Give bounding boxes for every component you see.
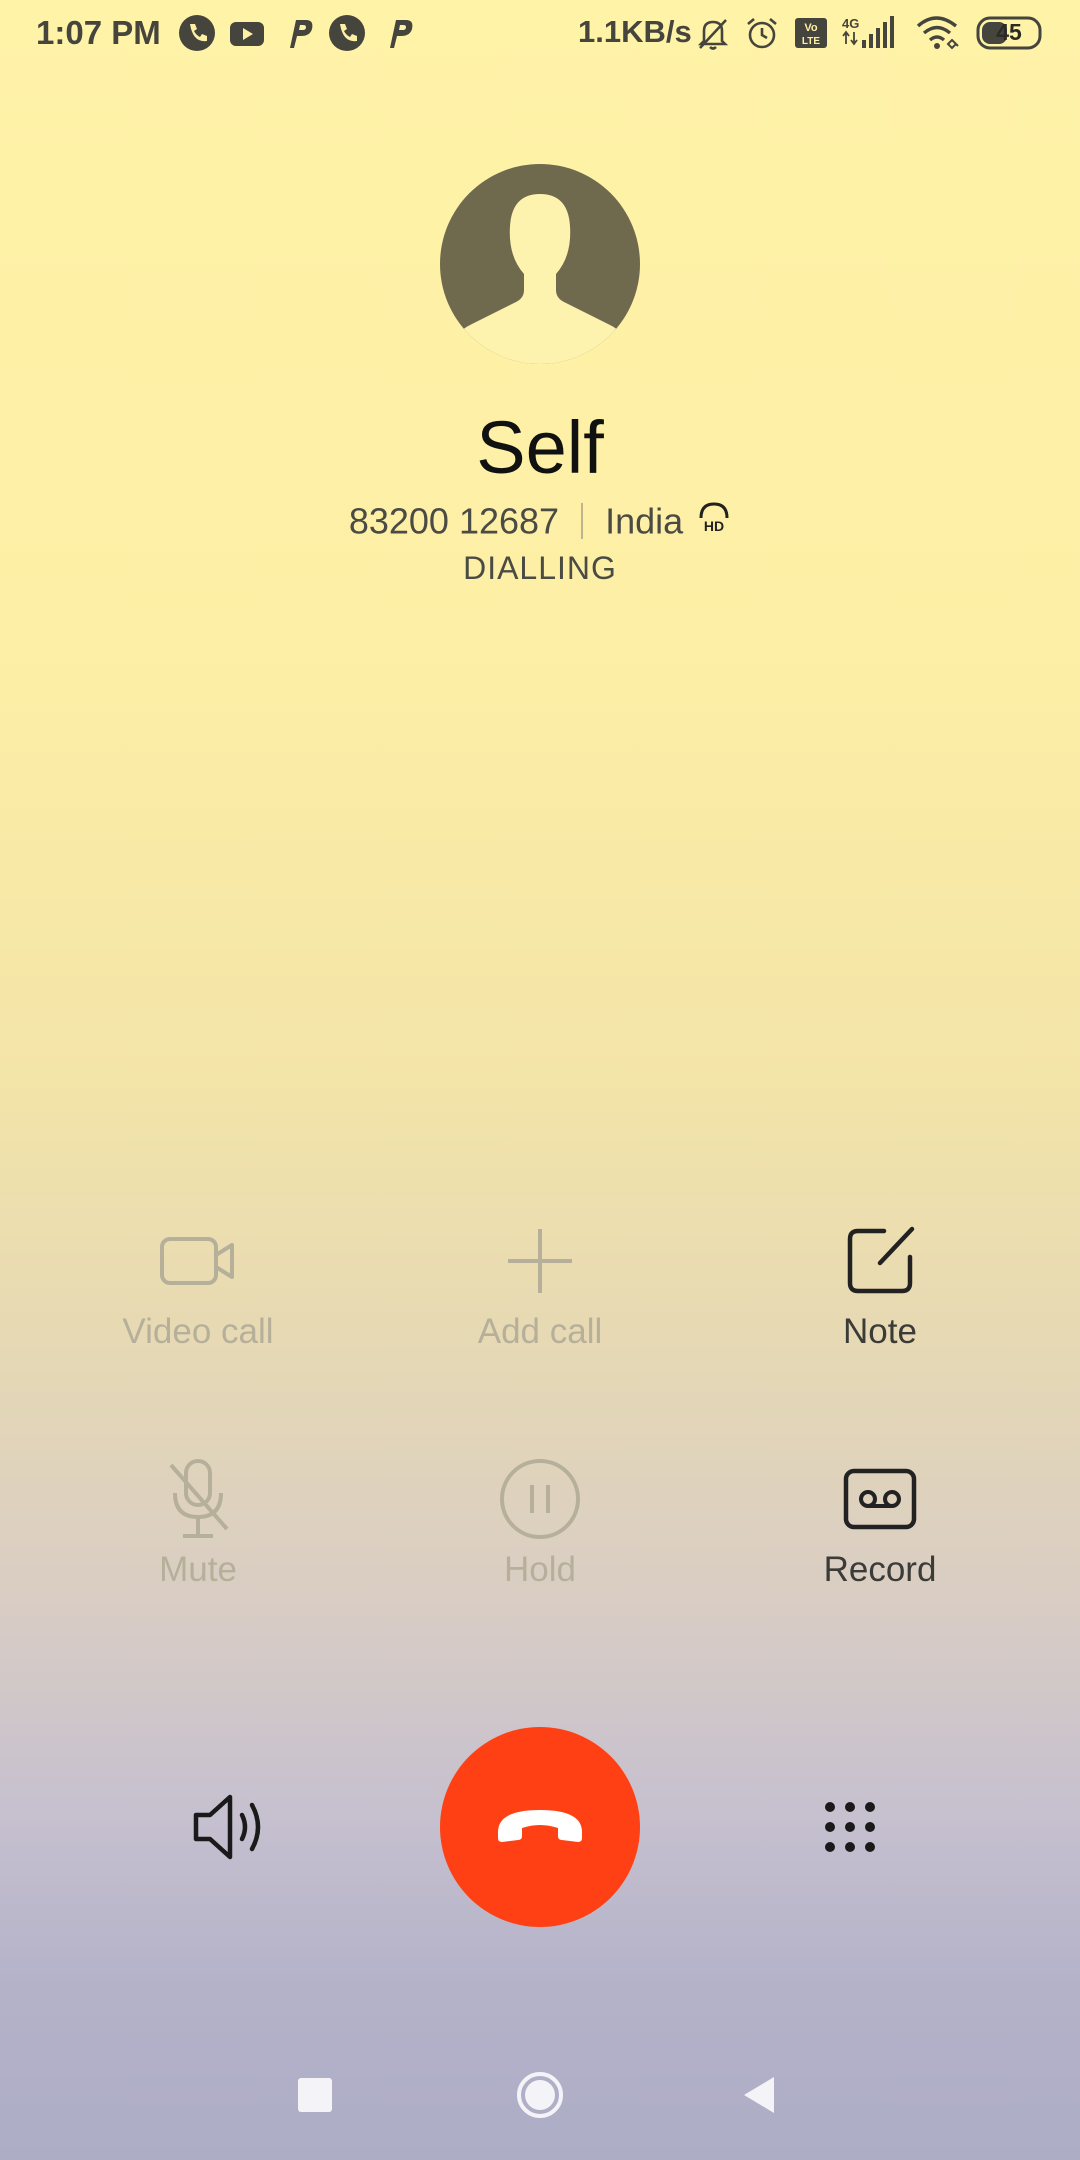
call-status: DIALLING (463, 550, 617, 586)
hold-label: Hold (504, 1550, 576, 1589)
keypad-icon (825, 1802, 875, 1852)
back-button[interactable] (725, 2060, 795, 2130)
battery-level: 45 (996, 19, 1022, 45)
cassette-icon (750, 1454, 1010, 1544)
end-call-icon (498, 1810, 582, 1842)
add-call-button[interactable]: Add call (410, 1216, 670, 1396)
mute-button[interactable]: Mute (68, 1454, 328, 1634)
circle-icon (517, 2072, 563, 2118)
phone-icon (179, 15, 215, 51)
battery-icon: 45 (976, 16, 1046, 50)
plus-icon (410, 1216, 670, 1306)
record-button[interactable]: Record (750, 1454, 1010, 1634)
video-call-button[interactable]: Video call (68, 1216, 328, 1396)
contact-number-line: 83200 12687 India HD (0, 498, 1080, 542)
hd-voice-icon: HD (697, 500, 731, 543)
paytm-icon (390, 20, 413, 48)
square-icon (298, 2078, 332, 2112)
svg-text:HD: HD (704, 518, 724, 534)
network-speed: 1.1KB/s (578, 14, 692, 49)
status-time: 1:07 PM (36, 14, 161, 51)
home-button[interactable] (505, 2060, 575, 2130)
location: India (605, 500, 684, 542)
microphone-off-icon (68, 1454, 328, 1544)
note-label: Note (843, 1312, 917, 1351)
bell-muted-icon (697, 19, 729, 50)
note-button[interactable]: Note (750, 1216, 1010, 1396)
phone-number: 83200 12687 (348, 500, 560, 542)
svg-text:4G: 4G (842, 16, 859, 31)
status-bar: 1:07 PM 1.1KB/s Vo LTE 4G 45 (0, 0, 1080, 66)
speaker-icon (193, 1794, 261, 1860)
recent-apps-button[interactable] (280, 2060, 350, 2130)
record-label: Record (823, 1550, 937, 1589)
phone-icon (329, 15, 365, 51)
end-call-button[interactable] (440, 1727, 640, 1927)
youtube-icon (230, 22, 264, 46)
paytm-icon (290, 20, 313, 48)
keypad-button[interactable] (800, 1787, 900, 1867)
video-camera-icon (68, 1216, 328, 1306)
mute-label: Mute (159, 1550, 237, 1589)
speaker-button[interactable] (180, 1787, 280, 1867)
add-call-label: Add call (477, 1312, 603, 1351)
wifi-icon (916, 16, 959, 50)
video-call-label: Video call (122, 1312, 274, 1351)
back-triangle-icon (744, 2077, 774, 2113)
svg-text:LTE: LTE (802, 36, 820, 47)
pause-icon (410, 1454, 670, 1544)
note-edit-icon (750, 1216, 1010, 1306)
volte-icon: Vo LTE (795, 18, 827, 48)
contact-avatar (440, 164, 640, 364)
alarm-icon (747, 18, 777, 49)
hold-button[interactable]: Hold (410, 1454, 670, 1634)
person-icon (440, 194, 640, 364)
svg-text:Vo: Vo (804, 22, 818, 34)
signal-icon: 4G (842, 16, 894, 48)
contact-name: Self (476, 406, 604, 489)
divider (581, 503, 584, 540)
